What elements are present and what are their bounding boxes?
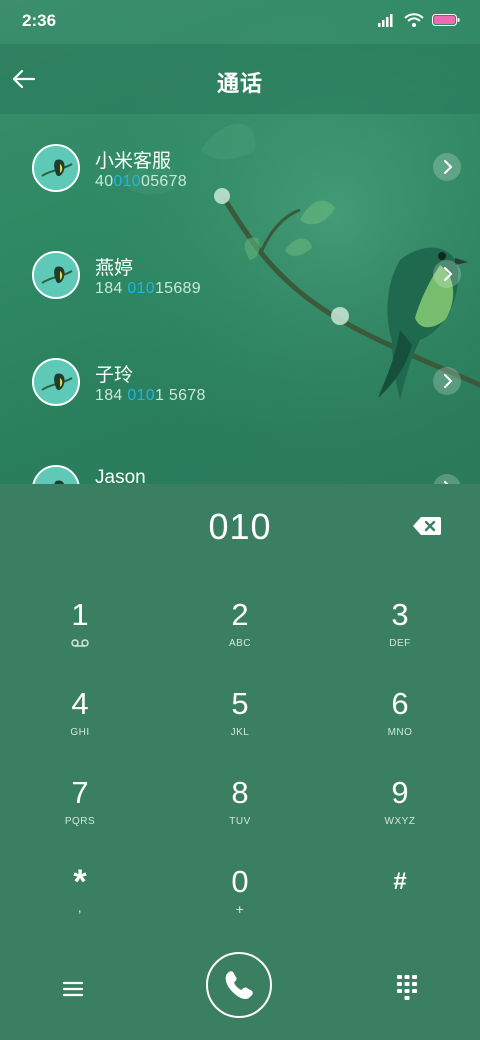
contact-detail-button[interactable] bbox=[433, 153, 461, 181]
battery-icon bbox=[432, 14, 460, 26]
contact-number: 4001005678 bbox=[95, 173, 188, 190]
avatar bbox=[32, 144, 80, 192]
key-5[interactable]: 5 JKL bbox=[180, 687, 300, 765]
key-6[interactable]: 6 MNO bbox=[340, 687, 460, 765]
chevron-right-icon bbox=[444, 160, 453, 174]
key-digit: # bbox=[393, 868, 407, 895]
contact-number: 184 0101 5678 bbox=[95, 387, 206, 404]
key-digit: 4 bbox=[71, 686, 89, 721]
contact-row[interactable]: 燕婷 184 01015689 bbox=[0, 221, 480, 328]
contact-search-panel: 2:36 通话 小米客服 4001005678 燕婷 184 01015689 … bbox=[0, 0, 480, 484]
status-icons bbox=[378, 13, 460, 27]
backspace-icon[interactable] bbox=[412, 515, 442, 537]
key-letters: DEF bbox=[389, 638, 411, 649]
key-1[interactable]: 1 bbox=[20, 598, 140, 676]
contact-row[interactable]: Jason bbox=[0, 435, 480, 484]
key-3[interactable]: 3 DEF bbox=[340, 598, 460, 676]
dialer-panel: 010 1 2 ABC 3 DEF 4 GHI 5 JKL 6 MNO 7 PQ… bbox=[0, 484, 480, 1040]
chevron-right-icon bbox=[444, 267, 453, 281]
status-time: 2:36 bbox=[22, 11, 57, 30]
key-digit: 3 bbox=[391, 597, 409, 632]
chevron-right-icon bbox=[444, 374, 453, 388]
keypad-icon[interactable] bbox=[396, 974, 418, 1002]
key-letters: , bbox=[77, 899, 83, 915]
dial-input[interactable]: 010 bbox=[0, 506, 480, 548]
contact-name: Jason bbox=[95, 467, 146, 484]
key-7[interactable]: 7 PQRS bbox=[20, 776, 140, 854]
bird-avatar-icon bbox=[34, 360, 78, 404]
key-digit: 8 bbox=[231, 775, 249, 810]
contact-list: 小米客服 4001005678 燕婷 184 01015689 子玲 184 0… bbox=[0, 114, 480, 484]
key-9[interactable]: 9 WXYZ bbox=[340, 776, 460, 854]
key-letters: + bbox=[235, 901, 245, 917]
key-digit: 2 bbox=[231, 597, 249, 632]
contact-row[interactable]: 小米客服 4001005678 bbox=[0, 114, 480, 221]
contact-name: 小米客服 bbox=[95, 151, 172, 172]
contact-detail-button[interactable] bbox=[433, 260, 461, 288]
contact-number: 184 01015689 bbox=[95, 280, 201, 297]
key-digit: 9 bbox=[391, 775, 409, 810]
key-letters: TUV bbox=[229, 816, 251, 827]
dialer-bottom-bar bbox=[0, 952, 480, 1040]
contact-name: 子玲 bbox=[95, 365, 134, 386]
key-letters: PQRS bbox=[64, 816, 96, 827]
key-0[interactable]: 0 + bbox=[180, 865, 300, 943]
key-hash[interactable]: # bbox=[340, 865, 460, 943]
key-letters: MNO bbox=[387, 727, 413, 738]
key-star[interactable]: * , bbox=[20, 865, 140, 943]
key-digit: 0 bbox=[231, 864, 249, 899]
voicemail-icon bbox=[71, 639, 89, 647]
key-letters: GHI bbox=[70, 727, 90, 738]
key-letters: ABC bbox=[228, 638, 252, 649]
header: 通话 bbox=[0, 44, 480, 114]
key-8[interactable]: 8 TUV bbox=[180, 776, 300, 854]
hamburger-menu-icon[interactable] bbox=[60, 976, 86, 1002]
avatar bbox=[32, 465, 80, 484]
contact-detail-button[interactable] bbox=[433, 367, 461, 395]
status-bar: 2:36 bbox=[0, 0, 480, 44]
chevron-right-icon bbox=[444, 481, 449, 484]
wifi-icon bbox=[404, 13, 424, 27]
key-4[interactable]: 4 GHI bbox=[20, 687, 140, 765]
key-digit: 6 bbox=[391, 686, 409, 721]
key-digit: 5 bbox=[231, 686, 249, 721]
bird-avatar-icon bbox=[34, 253, 78, 297]
call-button[interactable] bbox=[206, 952, 272, 1018]
key-letters: JKL bbox=[230, 727, 250, 738]
key-2[interactable]: 2 ABC bbox=[180, 598, 300, 676]
avatar bbox=[32, 358, 80, 406]
contact-detail-button[interactable] bbox=[433, 474, 461, 484]
phone-icon bbox=[225, 971, 253, 999]
avatar bbox=[32, 251, 80, 299]
contact-row[interactable]: 子玲 184 0101 5678 bbox=[0, 328, 480, 435]
contact-name: 燕婷 bbox=[95, 258, 134, 279]
key-digit: * bbox=[73, 863, 87, 901]
key-digit: 1 bbox=[71, 597, 89, 632]
bird-avatar-icon bbox=[34, 146, 78, 190]
key-letters: WXYZ bbox=[384, 816, 416, 827]
page-title: 通话 bbox=[216, 71, 263, 96]
signal-icon bbox=[378, 14, 393, 27]
bird-avatar-icon bbox=[34, 467, 78, 484]
key-digit: 7 bbox=[71, 775, 89, 810]
